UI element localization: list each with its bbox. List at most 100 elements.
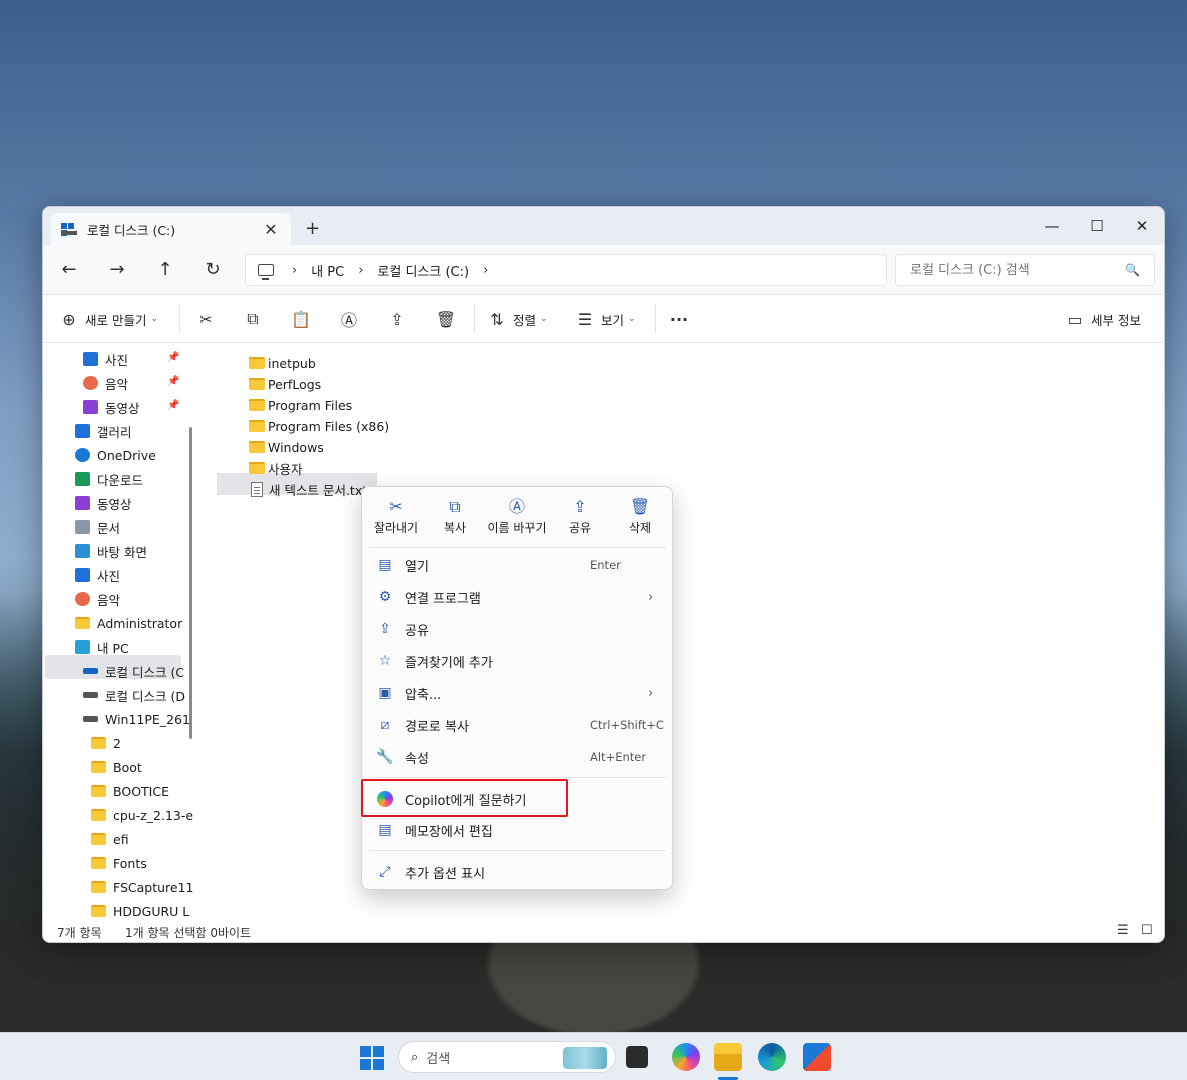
menu-item[interactable]: ☆ 즐겨찾기에 추가 bbox=[362, 646, 674, 676]
details-button[interactable]: ▭ 세부 정보 bbox=[1063, 307, 1141, 331]
sidebar-item[interactable]: 사진 bbox=[83, 348, 128, 370]
menu-item[interactable]: ⧄ 경로로 복사 Ctrl+Shift+C bbox=[362, 710, 674, 740]
menu-item-notepad-edit[interactable]: ▤ 메모장에서 편집 bbox=[362, 815, 674, 845]
tab-local-disk-c[interactable]: 로컬 디스크 (C:) ✕ bbox=[51, 213, 291, 245]
windows-logo-pane bbox=[360, 1059, 371, 1070]
sidebar-item[interactable]: Administrator bbox=[75, 612, 182, 634]
close-window-button[interactable]: ✕ bbox=[1119, 211, 1164, 241]
sidebar-item[interactable]: Boot bbox=[91, 756, 142, 778]
search-input[interactable] bbox=[910, 262, 1126, 278]
menu-item[interactable]: ⇪ 공유 bbox=[362, 614, 674, 644]
videos-icon bbox=[75, 496, 90, 510]
sidebar-item[interactable]: 로컬 디스크 (C bbox=[83, 660, 184, 682]
file-list[interactable]: inetpub PerfLogs Program Files Program File… bbox=[199, 343, 1164, 918]
store-icon[interactable] bbox=[803, 1043, 831, 1071]
file-list-item[interactable]: PerfLogs bbox=[249, 374, 321, 394]
navigation-pane[interactable]: 사진 📌 음악 📌 동영상 📌 갤러리 OneDrive 다운로드 동영상 문서 바탕 화면 사진 음악 A… bbox=[43, 343, 199, 918]
sidebar-item-label: 바탕 화면 bbox=[97, 544, 147, 560]
expand-icon: ⤢ bbox=[379, 864, 391, 880]
large-icons-view-icon[interactable]: ☐ bbox=[1141, 923, 1153, 938]
new-tab-button[interactable]: + bbox=[305, 220, 320, 238]
paste-button[interactable]: 📋 bbox=[289, 307, 313, 331]
delete-button[interactable]: 🗑 bbox=[434, 307, 458, 331]
sidebar-item[interactable]: Fonts bbox=[91, 852, 147, 874]
navigation-scrollbar[interactable] bbox=[189, 427, 192, 739]
sidebar-item[interactable]: cpu-z_2.13-e bbox=[91, 804, 193, 826]
back-button[interactable]: ← bbox=[55, 257, 83, 283]
folder-icon bbox=[249, 441, 265, 453]
share-button[interactable]: ⇪ bbox=[385, 307, 409, 331]
sidebar-item[interactable]: 갤러리 bbox=[75, 420, 132, 442]
sidebar-item[interactable]: OneDrive bbox=[75, 444, 156, 466]
close-tab-icon[interactable]: ✕ bbox=[261, 220, 281, 239]
new-button[interactable]: ⊕ 새로 만들기 ⌄ bbox=[57, 307, 158, 331]
maximize-button[interactable]: ☐ bbox=[1074, 211, 1120, 241]
task-view-icon[interactable] bbox=[626, 1046, 648, 1068]
sidebar-item[interactable]: HDDGURU L bbox=[91, 900, 189, 918]
sidebar-item[interactable]: 음악 bbox=[83, 372, 128, 394]
file-list-item[interactable]: Program Files (x86) bbox=[249, 416, 389, 436]
sidebar-item[interactable]: 사진 bbox=[75, 564, 120, 586]
menu-item[interactable]: ⚙ 연결 프로그램 › bbox=[362, 582, 674, 612]
menu-item-label: 경로로 복사 bbox=[405, 719, 469, 735]
menu-item-more-options[interactable]: ⤢ 추가 옵션 표시 bbox=[362, 857, 674, 887]
sidebar-item[interactable]: FSCapture11 bbox=[91, 876, 194, 898]
start-button[interactable] bbox=[360, 1046, 384, 1070]
sidebar-item[interactable]: 바탕 화면 bbox=[75, 540, 147, 562]
file-list-item[interactable]: 새 텍스트 문서.txt bbox=[249, 479, 367, 499]
quick-action-delete[interactable]: 🗑 삭제 bbox=[609, 495, 671, 547]
file-explorer-icon[interactable] bbox=[714, 1043, 742, 1071]
sidebar-item[interactable]: 문서 bbox=[75, 516, 120, 538]
breadcrumb[interactable]: › 내 PC › 로컬 디스크 (C:) › bbox=[245, 254, 887, 286]
search-box[interactable]: 🔍 bbox=[895, 254, 1155, 286]
details-view-icon[interactable]: ☰ bbox=[1117, 923, 1129, 938]
file-name: Program Files bbox=[268, 397, 353, 413]
sidebar-item[interactable]: 내 PC bbox=[75, 636, 129, 658]
sidebar-item[interactable]: 음악 bbox=[75, 588, 120, 610]
taskbar-search[interactable]: ⌕ 검색 bbox=[398, 1041, 616, 1073]
sidebar-item-label: HDDGURU L bbox=[113, 903, 190, 919]
minimize-button[interactable]: — bbox=[1029, 211, 1075, 241]
menu-item[interactable]: ▣ 압축... › bbox=[362, 678, 674, 708]
sidebar-item[interactable]: 2 bbox=[91, 732, 121, 754]
file-list-item[interactable]: Windows bbox=[249, 437, 324, 457]
breadcrumb-chevron-icon[interactable]: › bbox=[292, 263, 297, 278]
delete-icon: 🗑 bbox=[435, 309, 457, 329]
quick-action-cut[interactable]: ✂ 잘라내기 bbox=[365, 495, 427, 547]
gallery-icon bbox=[75, 424, 90, 438]
plus-circle-icon: ⊕ bbox=[62, 309, 76, 329]
edge-icon[interactable] bbox=[758, 1043, 786, 1071]
file-list-item[interactable]: 사용자 bbox=[249, 458, 303, 478]
quick-action-rename[interactable]: Ⓐ 이름 바꾸기 bbox=[486, 495, 548, 547]
quick-action-share[interactable]: ⇪ 공유 bbox=[549, 495, 611, 547]
refresh-button[interactable]: ↻ bbox=[199, 257, 227, 283]
sidebar-item[interactable]: Win11PE_261 bbox=[83, 708, 190, 730]
sidebar-item[interactable]: BOOTICE bbox=[91, 780, 169, 802]
sidebar-item[interactable]: efi bbox=[91, 828, 129, 850]
breadcrumb-local-disk-c[interactable]: 로컬 디스크 (C:) bbox=[377, 261, 469, 280]
copilot-icon[interactable] bbox=[672, 1043, 700, 1071]
up-button[interactable]: ↑ bbox=[151, 257, 179, 283]
file-list-item[interactable]: inetpub bbox=[249, 353, 316, 373]
breadcrumb-chevron-icon[interactable]: › bbox=[358, 263, 363, 278]
view-button[interactable]: ☰ 보기 ⌄ bbox=[573, 307, 636, 331]
rename-button[interactable]: Ⓐ bbox=[337, 307, 361, 331]
sidebar-item[interactable]: 동영상 bbox=[75, 492, 132, 514]
sidebar-item-label: 음악 bbox=[105, 376, 129, 392]
rename-icon: Ⓐ bbox=[508, 497, 525, 516]
menu-item[interactable]: ▤ 열기 Enter bbox=[362, 550, 674, 580]
sort-button[interactable]: ⇅ 정렬 ⌄ bbox=[485, 307, 547, 331]
open-icon: ▤ bbox=[378, 557, 392, 573]
forward-button[interactable]: → bbox=[103, 257, 131, 283]
breadcrumb-this-pc[interactable]: 내 PC bbox=[311, 261, 344, 280]
menu-item[interactable]: 🔧 속성 Alt+Enter bbox=[362, 742, 674, 772]
cut-button[interactable]: ✂ bbox=[194, 307, 218, 331]
breadcrumb-chevron-icon[interactable]: › bbox=[483, 263, 488, 278]
copy-button[interactable]: ⧉ bbox=[241, 307, 265, 331]
sidebar-item[interactable]: 동영상 bbox=[83, 396, 140, 418]
quick-action-copy[interactable]: ⧉ 복사 bbox=[424, 495, 486, 547]
sidebar-item[interactable]: 로컬 디스크 (D bbox=[83, 684, 185, 706]
more-options-button[interactable]: ··· bbox=[667, 307, 691, 331]
sidebar-item[interactable]: 다운로드 bbox=[75, 468, 143, 490]
file-list-item[interactable]: Program Files bbox=[249, 395, 352, 415]
